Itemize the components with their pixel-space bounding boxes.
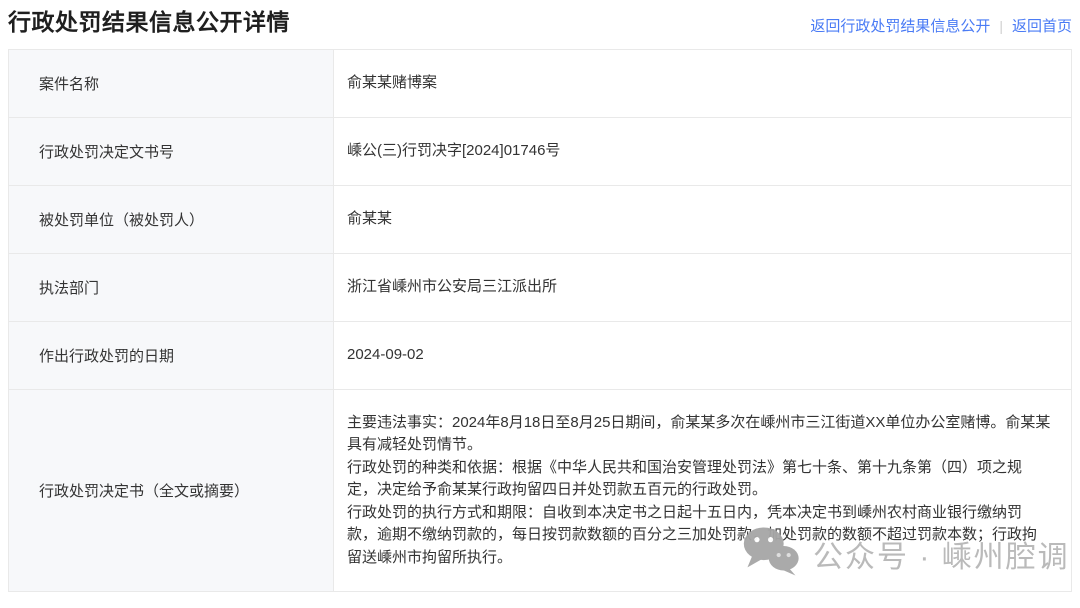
row-label: 行政处罚决定书（全文或摘要）	[9, 390, 334, 591]
table-row-enforcement-department: 执法部门 浙江省嵊州市公安局三江派出所	[9, 254, 1071, 322]
row-value: 俞某某	[334, 186, 1071, 253]
page-header: 行政处罚结果信息公开详情 返回行政处罚结果信息公开 | 返回首页	[0, 0, 1080, 49]
page-title: 行政处罚结果信息公开详情	[8, 8, 290, 37]
table-row-penalty-date: 作出行政处罚的日期 2024-09-02	[9, 322, 1071, 390]
table-row-decision-doc-number: 行政处罚决定文书号 嵊公(三)行罚决字[2024]01746号	[9, 118, 1071, 186]
row-value: 浙江省嵊州市公安局三江派出所	[334, 254, 1071, 321]
decision-paragraph-facts: 主要违法事实：2024年8月18日至8月25日期间，俞某某多次在嵊州市三江街道X…	[347, 412, 1051, 457]
row-label: 行政处罚决定文书号	[9, 118, 334, 185]
row-value: 嵊公(三)行罚决字[2024]01746号	[334, 118, 1071, 185]
row-value: 俞某某赌博案	[334, 50, 1071, 117]
row-label: 被处罚单位（被处罚人）	[9, 186, 334, 253]
penalty-detail-table: 案件名称 俞某某赌博案 行政处罚决定文书号 嵊公(三)行罚决字[2024]017…	[8, 49, 1072, 592]
row-value: 主要违法事实：2024年8月18日至8月25日期间，俞某某多次在嵊州市三江街道X…	[334, 390, 1071, 591]
back-to-list-link[interactable]: 返回行政处罚结果信息公开	[810, 18, 990, 35]
link-separator: |	[999, 18, 1003, 34]
row-value: 2024-09-02	[334, 322, 1071, 389]
table-row-case-name: 案件名称 俞某某赌博案	[9, 50, 1071, 118]
row-label: 执法部门	[9, 254, 334, 321]
back-to-home-link[interactable]: 返回首页	[1012, 18, 1072, 35]
decision-paragraph-basis: 行政处罚的种类和依据：根据《中华人民共和国治安管理处罚法》第七十条、第十九条第（…	[347, 457, 1051, 502]
row-label: 案件名称	[9, 50, 334, 117]
penalty-detail-page: 行政处罚结果信息公开详情 返回行政处罚结果信息公开 | 返回首页 案件名称 俞某某赌…	[0, 0, 1080, 608]
header-nav: 返回行政处罚结果信息公开 | 返回首页	[810, 15, 1072, 36]
table-row-punished-party: 被处罚单位（被处罚人） 俞某某	[9, 186, 1071, 254]
decision-paragraph-execution: 行政处罚的执行方式和期限：自收到本决定书之日起十五日内，凭本决定书到嵊州农村商业…	[347, 502, 1051, 570]
table-row-decision-summary: 行政处罚决定书（全文或摘要） 主要违法事实：2024年8月18日至8月25日期间…	[9, 390, 1071, 591]
row-label: 作出行政处罚的日期	[9, 322, 334, 389]
